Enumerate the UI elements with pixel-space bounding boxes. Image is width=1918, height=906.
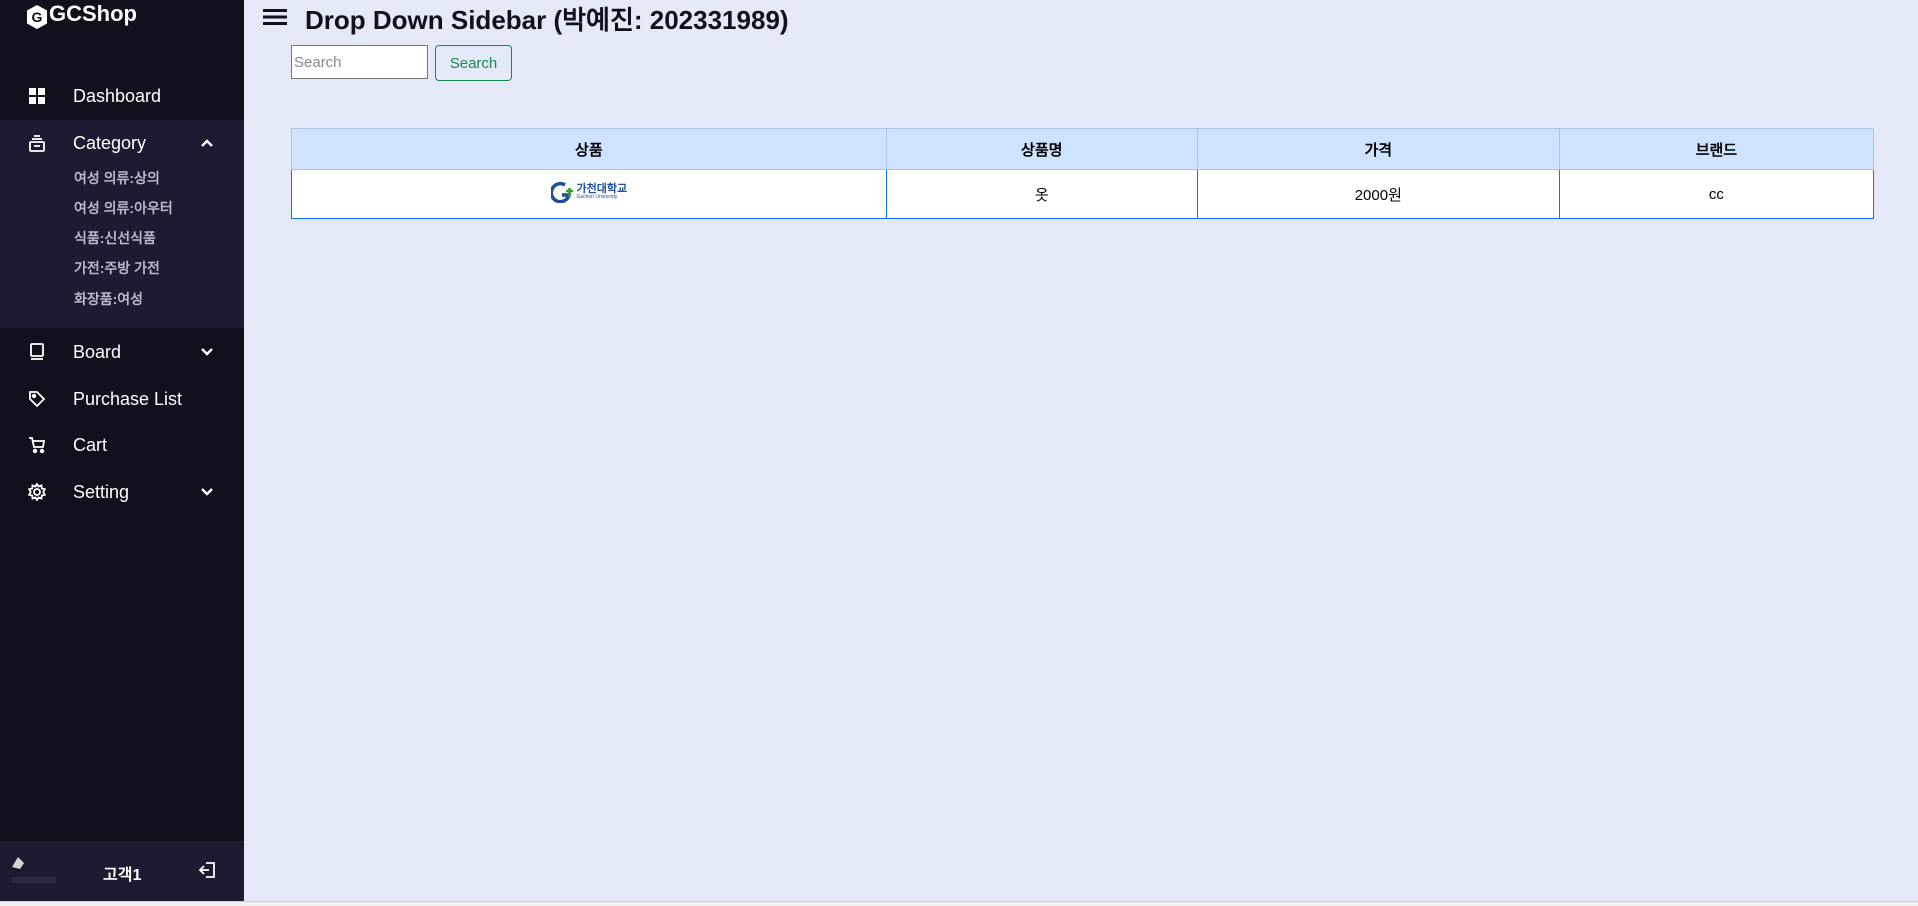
sidebar-item-setting[interactable]: Setting bbox=[0, 469, 244, 515]
search-button[interactable]: Search bbox=[435, 45, 512, 81]
profile-name: 고객1 bbox=[103, 867, 142, 884]
logout-icon[interactable] bbox=[196, 859, 218, 881]
sidebar-item-label: Purchase List bbox=[73, 388, 183, 409]
avatar bbox=[10, 853, 58, 889]
chevron-down-icon[interactable] bbox=[198, 343, 216, 361]
logo[interactable]: G bbox=[24, 0, 50, 34]
sidebar-item-board[interactable]: Board bbox=[0, 329, 244, 375]
menu-icon[interactable] bbox=[262, 5, 288, 29]
sidebar-item-label: Setting bbox=[73, 481, 130, 502]
grid-icon bbox=[26, 85, 48, 107]
sidebar-item-cart[interactable]: Cart bbox=[0, 422, 244, 468]
table-header-row: 상품 상품명 가격 브랜드 bbox=[291, 128, 1875, 170]
gear-icon bbox=[26, 481, 48, 503]
logo-icon: G bbox=[24, 4, 50, 30]
sidebar-item-dashboard[interactable]: Dashboard bbox=[0, 73, 244, 119]
submenu-item[interactable]: 여성 의류:상의 bbox=[74, 168, 160, 188]
sidebar-item-purchase-list[interactable]: Purchase List bbox=[0, 376, 244, 422]
profile-details: 고객1 bbox=[0, 841, 244, 901]
gachon-logo-icon bbox=[550, 181, 573, 203]
cart-icon bbox=[26, 434, 48, 456]
layers-icon bbox=[26, 132, 48, 154]
window-bottom-edge bbox=[0, 901, 1918, 906]
tag-icon bbox=[26, 388, 48, 410]
submenu-item[interactable]: 식품:신선식품 bbox=[74, 228, 156, 248]
submenu-item[interactable]: 화장품:여성 bbox=[74, 289, 143, 309]
search-input[interactable] bbox=[291, 45, 428, 79]
brand-cell: cc bbox=[1558, 169, 1875, 219]
category-submenu: 여성 의류:상의 여성 의류:아우터 식품:신선식품 가전:주방 가전 화장품:… bbox=[0, 158, 244, 328]
book-icon bbox=[26, 341, 48, 363]
sidebar-item-label: Board bbox=[73, 341, 122, 362]
column-header-brand: 브랜드 bbox=[1558, 128, 1875, 170]
sidebar: G GCShop Dashboard Category 여성 의류:상의 여성 … bbox=[0, 0, 244, 901]
sidebar-item-label: Cart bbox=[73, 434, 108, 455]
main-section: Drop Down Sidebar (박예진: 202331989) Searc… bbox=[244, 0, 1918, 901]
page-title: Drop Down Sidebar (박예진: 202331989) bbox=[305, 5, 789, 35]
column-header-product: 상품 bbox=[291, 128, 887, 170]
submenu-item[interactable]: 가전:주방 가전 bbox=[74, 258, 160, 278]
column-header-price: 가격 bbox=[1196, 128, 1560, 170]
column-header-product-name: 상품명 bbox=[885, 128, 1198, 170]
submenu-item[interactable]: 여성 의류:아우터 bbox=[74, 198, 173, 218]
chevron-up-icon[interactable] bbox=[198, 134, 216, 152]
logo-name: GCShop bbox=[49, 1, 137, 26]
logo-subtext: Gachon University bbox=[576, 194, 618, 200]
sidebar-item-label: Dashboard bbox=[73, 85, 162, 106]
products-table: 상품 상품명 가격 브랜드 가천대학교 Gachon University 옷 … bbox=[291, 128, 1875, 219]
product-name-cell: 옷 bbox=[885, 169, 1198, 219]
sidebar-item-label: Category bbox=[73, 132, 147, 153]
product-image[interactable]: 가천대학교 Gachon University bbox=[550, 181, 627, 203]
chevron-down-icon[interactable] bbox=[198, 483, 216, 501]
product-image-cell: 가천대학교 Gachon University bbox=[291, 169, 887, 219]
table-row[interactable]: 가천대학교 Gachon University 옷 2000원 cc bbox=[291, 169, 1875, 219]
svg-text:G: G bbox=[32, 9, 43, 25]
price-cell: 2000원 bbox=[1196, 169, 1560, 219]
